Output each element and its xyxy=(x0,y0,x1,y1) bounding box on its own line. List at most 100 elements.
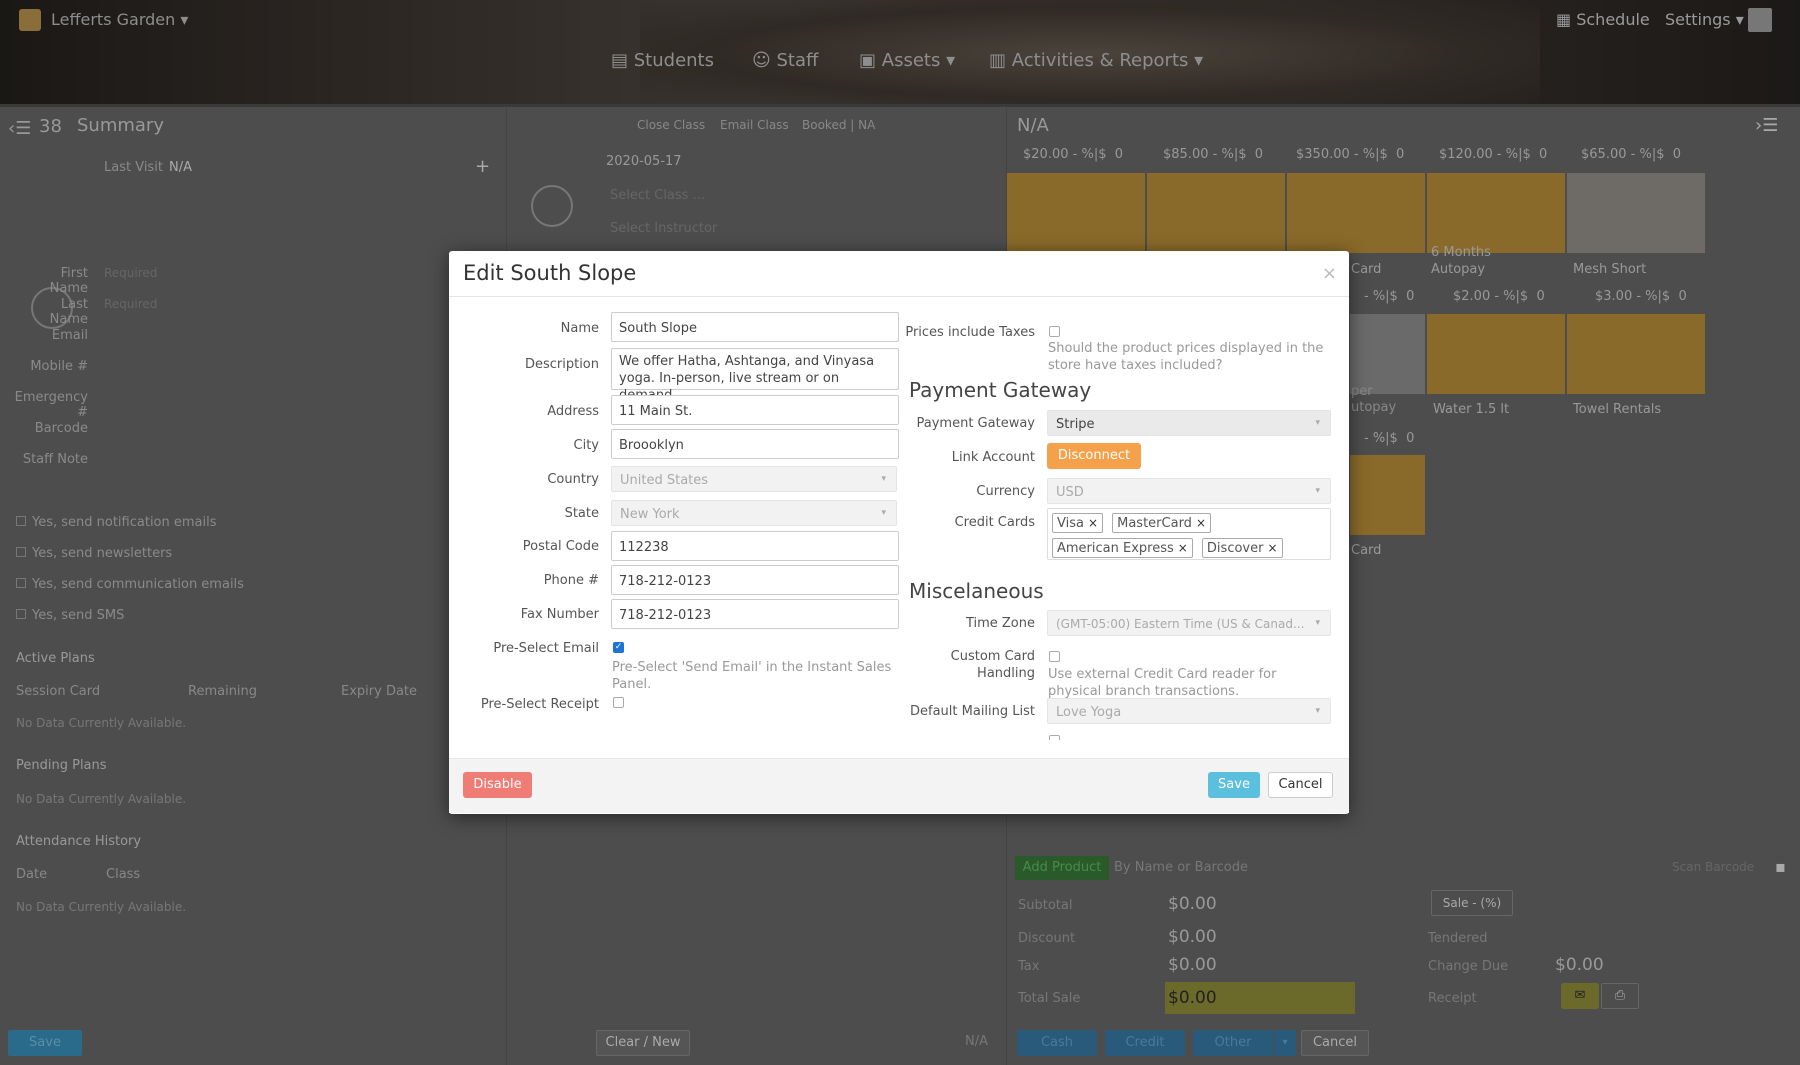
product-tile[interactable] xyxy=(1567,173,1705,253)
last-name-input[interactable]: Required xyxy=(104,297,157,311)
sale-cancel-button[interactable]: Cancel xyxy=(1301,1030,1369,1056)
product-tile[interactable] xyxy=(1427,314,1565,394)
save-disk-icon[interactable]: ▪ xyxy=(1775,857,1786,876)
option-communication-emails[interactable]: Yes, send communication emails xyxy=(16,577,244,592)
option-sms[interactable]: Yes, send SMS xyxy=(16,608,124,623)
pending-plans-empty: No Data Currently Available. xyxy=(16,792,187,806)
preselect-receipt-checkbox[interactable] xyxy=(613,697,624,708)
product-tile[interactable] xyxy=(1350,455,1425,535)
close-class-link[interactable]: Close Class xyxy=(637,118,705,132)
remove-icon[interactable]: × xyxy=(1178,541,1188,555)
currency-select[interactable]: USD ▾ xyxy=(1047,478,1331,504)
disconnect-button[interactable]: Disconnect xyxy=(1047,443,1141,469)
postal-code-label: Postal Code xyxy=(522,539,599,554)
prices-include-taxes-help: Should the product prices displayed in t… xyxy=(1048,341,1324,373)
phone-input[interactable]: 718-212-0123 xyxy=(611,565,899,595)
product-price: $20.00 - %|$ 0 xyxy=(1023,147,1124,162)
staff-icon: ☺ xyxy=(752,50,771,71)
first-name-input[interactable]: Required xyxy=(104,266,157,280)
postal-code-input[interactable]: 112238 xyxy=(611,531,899,561)
remove-icon[interactable]: × xyxy=(1267,541,1277,555)
prices-include-taxes-checkbox[interactable] xyxy=(1049,326,1060,337)
fax-input[interactable]: 718-212-0123 xyxy=(611,599,899,629)
nav-activities-reports[interactable]: ▥ Activities & Reports ▾ xyxy=(989,50,1203,71)
list-toggle-icon[interactable]: ‹☰ xyxy=(8,118,31,139)
chevron-down-icon: ▾ xyxy=(881,474,886,484)
country-select[interactable]: United States ▾ xyxy=(611,466,897,492)
schedule-link[interactable]: ▦ Schedule xyxy=(1556,10,1650,29)
mailing-list-select[interactable]: Love Yoga ▾ xyxy=(1047,698,1331,724)
state-select[interactable]: New York ▾ xyxy=(611,500,897,526)
student-count: 38 xyxy=(39,116,62,137)
add-product-button[interactable]: Add Product xyxy=(1015,856,1109,880)
email-receipt-icon[interactable]: ✉ xyxy=(1561,983,1599,1009)
cash-button[interactable]: Cash xyxy=(1017,1030,1097,1056)
user-avatar[interactable] xyxy=(1748,8,1772,32)
time-zone-select[interactable]: (GMT-05:00) Eastern Time (US & Canad... ▾ xyxy=(1047,610,1331,636)
email-class-link[interactable]: Email Class xyxy=(720,118,789,132)
scan-barcode-input[interactable]: Scan Barcode xyxy=(1672,860,1754,874)
student-save-button[interactable]: Save xyxy=(8,1030,82,1056)
cancel-button[interactable]: Cancel xyxy=(1268,772,1333,798)
product-name: Water 1.5 lt xyxy=(1433,402,1510,417)
disable-button[interactable]: Disable xyxy=(463,772,532,798)
edit-branch-modal: Edit South Slope × Name South Slope Desc… xyxy=(449,251,1349,814)
chevron-down-icon: ▾ xyxy=(1315,486,1320,496)
description-textarea[interactable]: We offer Hatha, Ashtanga, and Vinyasa yo… xyxy=(611,348,899,403)
panel-menu-icon[interactable]: ›☰ xyxy=(1755,115,1778,136)
attendance-heading: Attendance History xyxy=(16,834,142,849)
product-tile[interactable] xyxy=(1287,173,1425,253)
mobile-label: Mobile # xyxy=(30,359,88,374)
remove-icon[interactable]: × xyxy=(1088,516,1098,530)
credit-cards-multiselect[interactable]: Visa × MasterCard × American Express × Disc… xyxy=(1047,508,1331,560)
subtotal-label: Subtotal xyxy=(1018,898,1073,913)
product-search-input[interactable]: By Name or Barcode xyxy=(1114,860,1248,875)
partially-hidden-checkbox[interactable] xyxy=(1049,735,1060,740)
remove-icon[interactable]: × xyxy=(1196,516,1206,530)
settings-menu[interactable]: Settings ▾ xyxy=(1665,10,1744,29)
na-label: N/A xyxy=(965,1034,988,1049)
product-name: Card xyxy=(1351,543,1382,558)
payment-gateway-select[interactable]: Stripe ▾ xyxy=(1047,410,1331,436)
discount-label: Discount xyxy=(1018,931,1076,946)
nav-students[interactable]: ▤ Students xyxy=(611,50,714,71)
nav-staff[interactable]: ☺ Staff xyxy=(752,50,818,71)
address-input[interactable]: 11 Main St. xyxy=(611,395,899,425)
nav-assets[interactable]: ▣ Assets ▾ xyxy=(859,50,955,71)
credit-button[interactable]: Credit xyxy=(1105,1030,1185,1056)
card-tag-amex: American Express × xyxy=(1052,538,1193,558)
select-class-dropdown[interactable]: Select Class ... xyxy=(610,188,705,203)
close-icon[interactable]: × xyxy=(1322,263,1337,284)
product-tile[interactable] xyxy=(1350,314,1425,394)
sale-percent-button[interactable]: Sale - (%) xyxy=(1431,890,1513,916)
city-input[interactable]: Broooklyn xyxy=(611,429,899,459)
branch-selector[interactable]: Lefferts Garden ▾ xyxy=(51,10,188,29)
save-button[interactable]: Save xyxy=(1208,772,1260,798)
caret-down-icon[interactable]: ▾ xyxy=(1274,1030,1296,1056)
option-notification-emails[interactable]: Yes, send notification emails xyxy=(16,515,217,530)
custom-card-handling-checkbox[interactable] xyxy=(1049,651,1060,662)
name-input[interactable]: South Slope xyxy=(611,312,899,342)
preselect-email-checkbox[interactable]: ✓ xyxy=(613,642,624,653)
modal-header: Edit South Slope × xyxy=(449,251,1349,297)
active-plans-empty: No Data Currently Available. xyxy=(16,716,187,730)
top-bar: Lefferts Garden ▾ ▤ Students ☺ Staff ▣ A… xyxy=(0,0,1800,107)
other-button[interactable]: Other xyxy=(1193,1030,1273,1056)
option-newsletters[interactable]: Yes, send newsletters xyxy=(16,546,172,561)
select-instructor-dropdown[interactable]: Select Instructor xyxy=(610,221,717,236)
add-icon[interactable]: + xyxy=(475,156,490,177)
product-tile[interactable] xyxy=(1427,173,1565,253)
email-label: Email xyxy=(51,328,88,343)
first-name-label: First Name xyxy=(49,266,88,296)
print-receipt-icon[interactable]: ⎙ xyxy=(1601,983,1639,1009)
product-tile[interactable] xyxy=(1007,173,1145,253)
emergency-label: Emergency # xyxy=(14,390,88,420)
product-price: $85.00 - %|$ 0 xyxy=(1163,147,1264,162)
clear-new-button[interactable]: Clear / New xyxy=(596,1030,690,1056)
col-session-card: Session Card xyxy=(16,684,101,699)
time-zone-label: Time Zone xyxy=(965,616,1035,631)
product-name: per utopay xyxy=(1351,384,1397,415)
class-date[interactable]: 2020-05-17 xyxy=(606,154,682,169)
product-tile[interactable] xyxy=(1147,173,1285,253)
product-tile[interactable] xyxy=(1567,314,1705,394)
